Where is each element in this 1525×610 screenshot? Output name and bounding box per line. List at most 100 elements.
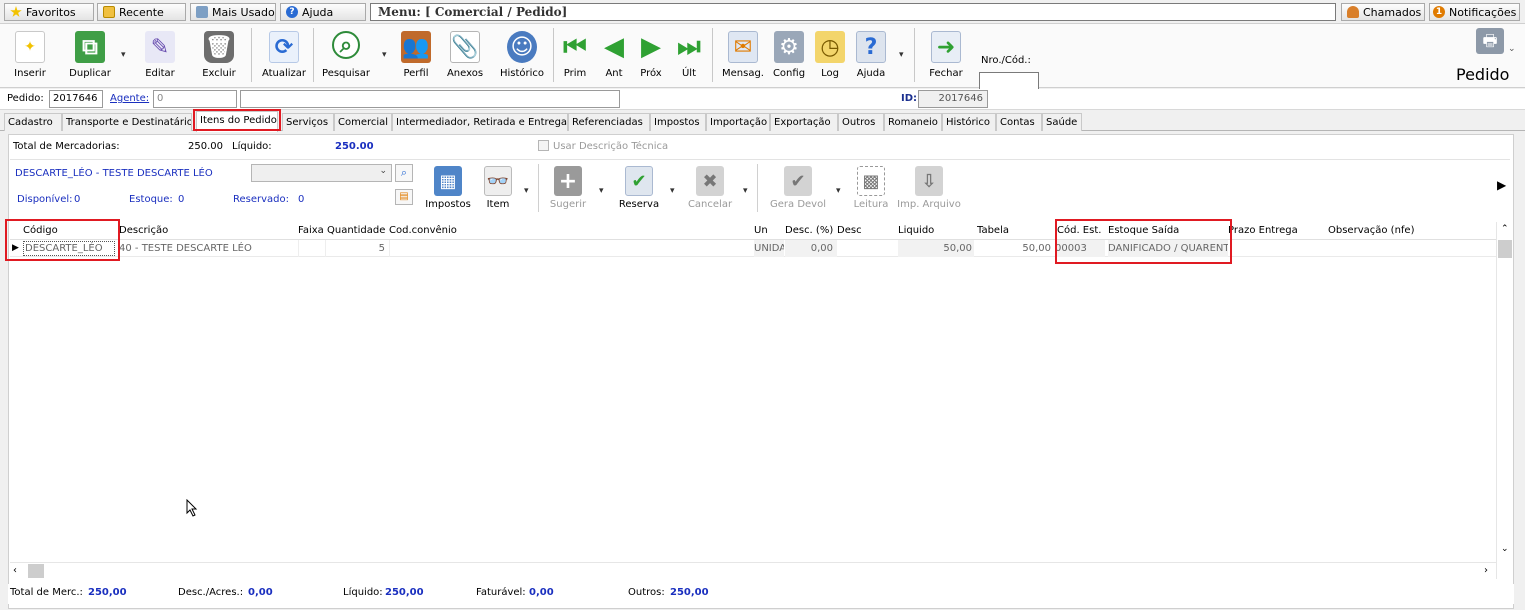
delete-button[interactable]: 🗑 Excluir bbox=[197, 24, 241, 88]
tab-saude[interactable]: Saúde bbox=[1042, 113, 1082, 131]
tab-itens-do-pedido[interactable]: Itens do Pedido bbox=[196, 111, 278, 132]
col-un[interactable]: Un bbox=[754, 222, 784, 240]
tab-historico[interactable]: Histórico bbox=[942, 113, 996, 131]
col-faixa[interactable]: Faixa bbox=[298, 222, 326, 240]
sugerir-button[interactable]: + Sugerir bbox=[548, 166, 588, 210]
cell-codigo[interactable]: DESCARTE_LÉO bbox=[23, 241, 115, 256]
col-descricao[interactable]: Descrição bbox=[119, 222, 297, 240]
col-liquido[interactable]: Liquido bbox=[898, 222, 972, 240]
config-button[interactable]: ⚙ Config bbox=[771, 24, 807, 88]
help-button[interactable]: ? Ajuda bbox=[851, 24, 891, 88]
scroll-right-icon[interactable]: › bbox=[1484, 565, 1488, 576]
expand-right-icon[interactable]: ▶ bbox=[1497, 178, 1506, 192]
duplicate-button[interactable]: ⧉ Duplicar bbox=[64, 24, 116, 88]
messages-button[interactable]: ✉ Mensag. bbox=[718, 24, 768, 88]
product-search-button[interactable]: ⌕ bbox=[395, 164, 413, 182]
tab-outros[interactable]: Outros bbox=[838, 113, 884, 131]
agente-code-field[interactable]: 0 bbox=[153, 90, 237, 108]
favorites-button[interactable]: Favoritos bbox=[4, 3, 94, 21]
reserva-dropdown-icon[interactable]: ▾ bbox=[670, 186, 675, 196]
most-used-button[interactable]: Mais Usados bbox=[190, 3, 276, 21]
col-estoque-saida[interactable]: Estoque Saída bbox=[1108, 222, 1228, 240]
agente-name-field[interactable] bbox=[240, 90, 620, 108]
first-record-button[interactable]: ⏮ Prim bbox=[558, 24, 592, 88]
history-button[interactable]: ☺ Histórico bbox=[496, 24, 548, 88]
search-button[interactable]: ⌕ Pesquisar bbox=[318, 24, 374, 88]
cell-desc[interactable] bbox=[837, 240, 897, 257]
refresh-button[interactable]: ⟳ Atualizar bbox=[259, 24, 309, 88]
profile-button[interactable]: 👥 Perfil bbox=[394, 24, 438, 88]
cell-observacao[interactable] bbox=[1328, 240, 1494, 257]
previous-record-button[interactable]: ◀ Ant bbox=[597, 24, 631, 88]
notifications-button[interactable]: 1 Notificações bbox=[1429, 3, 1520, 21]
last-record-button[interactable]: ⏭ Últ bbox=[672, 24, 706, 88]
gera-devol-button[interactable]: ✔ Gera Devol bbox=[768, 166, 828, 210]
usar-descricao-checkbox[interactable] bbox=[538, 140, 549, 151]
agente-link[interactable]: Agente: bbox=[110, 93, 149, 104]
vertical-scroll-thumb[interactable] bbox=[1498, 240, 1512, 258]
cell-cod-est[interactable]: 00003 bbox=[1055, 240, 1105, 257]
col-desc-pct[interactable]: Desc. (%) bbox=[785, 222, 837, 240]
impostos-button[interactable]: ▦ Impostos bbox=[424, 166, 472, 210]
edit-button[interactable]: ✎ Editar bbox=[138, 24, 182, 88]
scroll-down-icon[interactable]: ⌄ bbox=[1501, 544, 1509, 554]
cell-prazo-entrega[interactable] bbox=[1228, 240, 1324, 257]
tab-referenciadas[interactable]: Referenciadas bbox=[568, 113, 650, 131]
col-desc[interactable]: Desc bbox=[837, 222, 897, 240]
col-observacao[interactable]: Observação (nfe) bbox=[1328, 222, 1488, 240]
col-cod-est[interactable]: Cód. Est. bbox=[1057, 222, 1105, 240]
tab-cadastro[interactable]: Cadastro bbox=[4, 113, 62, 131]
tab-intermediador[interactable]: Intermediador, Retirada e Entrega bbox=[392, 113, 568, 131]
menu-path-box[interactable]: Menu: [ Comercial / Pedido] bbox=[370, 3, 1336, 21]
sugerir-dropdown-icon[interactable]: ▾ bbox=[599, 186, 604, 196]
cell-cod-convenio[interactable] bbox=[389, 240, 749, 257]
recent-button[interactable]: Recente bbox=[97, 3, 186, 21]
reserva-button[interactable]: ✔ Reserva bbox=[616, 166, 662, 210]
cell-quantidade[interactable]: 5 bbox=[327, 240, 385, 257]
tab-importacao[interactable]: Importação bbox=[706, 113, 770, 131]
tab-romaneio[interactable]: Romaneio bbox=[884, 113, 942, 131]
horizontal-scroll-thumb[interactable] bbox=[28, 564, 44, 578]
col-quantidade[interactable]: Quantidade bbox=[327, 222, 387, 240]
cell-un[interactable]: UNIDA bbox=[754, 240, 784, 257]
horizontal-scrollbar[interactable]: ‹ › bbox=[10, 562, 1496, 579]
scroll-up-icon[interactable]: ⌃ bbox=[1501, 224, 1509, 234]
search-dropdown-icon[interactable]: ▾ bbox=[382, 50, 387, 60]
help-dropdown-icon[interactable]: ▾ bbox=[899, 50, 904, 60]
tab-impostos[interactable]: Impostos bbox=[650, 113, 706, 131]
cell-desc-pct[interactable]: 0,00 bbox=[785, 240, 837, 257]
product-detail-button[interactable]: ▤ bbox=[395, 189, 413, 205]
gera-devol-dropdown-icon[interactable]: ▾ bbox=[836, 186, 841, 196]
tab-contas[interactable]: Contas bbox=[996, 113, 1042, 131]
duplicate-dropdown-icon[interactable]: ▾ bbox=[121, 50, 126, 60]
log-button[interactable]: ◷ Log bbox=[812, 24, 848, 88]
leitura-button[interactable]: ▩ Leitura bbox=[850, 166, 892, 210]
cell-estoque-saida[interactable]: DANIFICADO / QUARENT bbox=[1108, 240, 1228, 257]
table-row[interactable]: ▶ DESCARTE_LÉO 40 - TESTE DESCARTE LÉO 5… bbox=[10, 240, 1496, 257]
item-button[interactable]: 👓 Item bbox=[481, 166, 515, 210]
tab-comercial[interactable]: Comercial bbox=[334, 113, 392, 131]
next-record-button[interactable]: ▶ Próx bbox=[634, 24, 668, 88]
close-button[interactable]: ➜ Fechar bbox=[924, 24, 968, 88]
col-prazo-entrega[interactable]: Prazo Entrega bbox=[1228, 222, 1324, 240]
product-select[interactable]: ⌄ bbox=[251, 164, 392, 182]
item-dropdown-icon[interactable]: ▾ bbox=[524, 186, 529, 196]
insert-button[interactable]: ✦ Inserir bbox=[8, 24, 52, 88]
cell-liquido[interactable]: 50,00 bbox=[898, 240, 974, 257]
cell-tabela[interactable]: 50,00 bbox=[977, 240, 1053, 257]
attachments-button[interactable]: 📎 Anexos bbox=[442, 24, 488, 88]
tab-transporte[interactable]: Transporte e Destinatário bbox=[62, 113, 192, 131]
help-menu-button[interactable]: ? Ajuda bbox=[280, 3, 366, 21]
cell-faixa[interactable] bbox=[298, 240, 326, 257]
col-tabela[interactable]: Tabela bbox=[977, 222, 1053, 240]
col-codigo[interactable]: Código bbox=[23, 222, 115, 240]
cell-descricao[interactable]: 40 - TESTE DESCARTE LÉO bbox=[119, 240, 297, 257]
col-cod-convenio[interactable]: Cod.convênio bbox=[389, 222, 749, 240]
pedido-number-field[interactable]: 2017646 bbox=[49, 90, 103, 108]
module-chevron-icon[interactable]: ⌄ bbox=[1508, 44, 1516, 54]
tab-servicos[interactable]: Serviços bbox=[282, 113, 334, 131]
cancelar-dropdown-icon[interactable]: ▾ bbox=[743, 186, 748, 196]
imp-arquivo-button[interactable]: ⇩ Imp. Arquivo bbox=[896, 166, 962, 210]
cancelar-button[interactable]: ✖ Cancelar bbox=[686, 166, 734, 210]
vertical-scrollbar[interactable]: ⌃ ⌄ bbox=[1496, 222, 1513, 579]
